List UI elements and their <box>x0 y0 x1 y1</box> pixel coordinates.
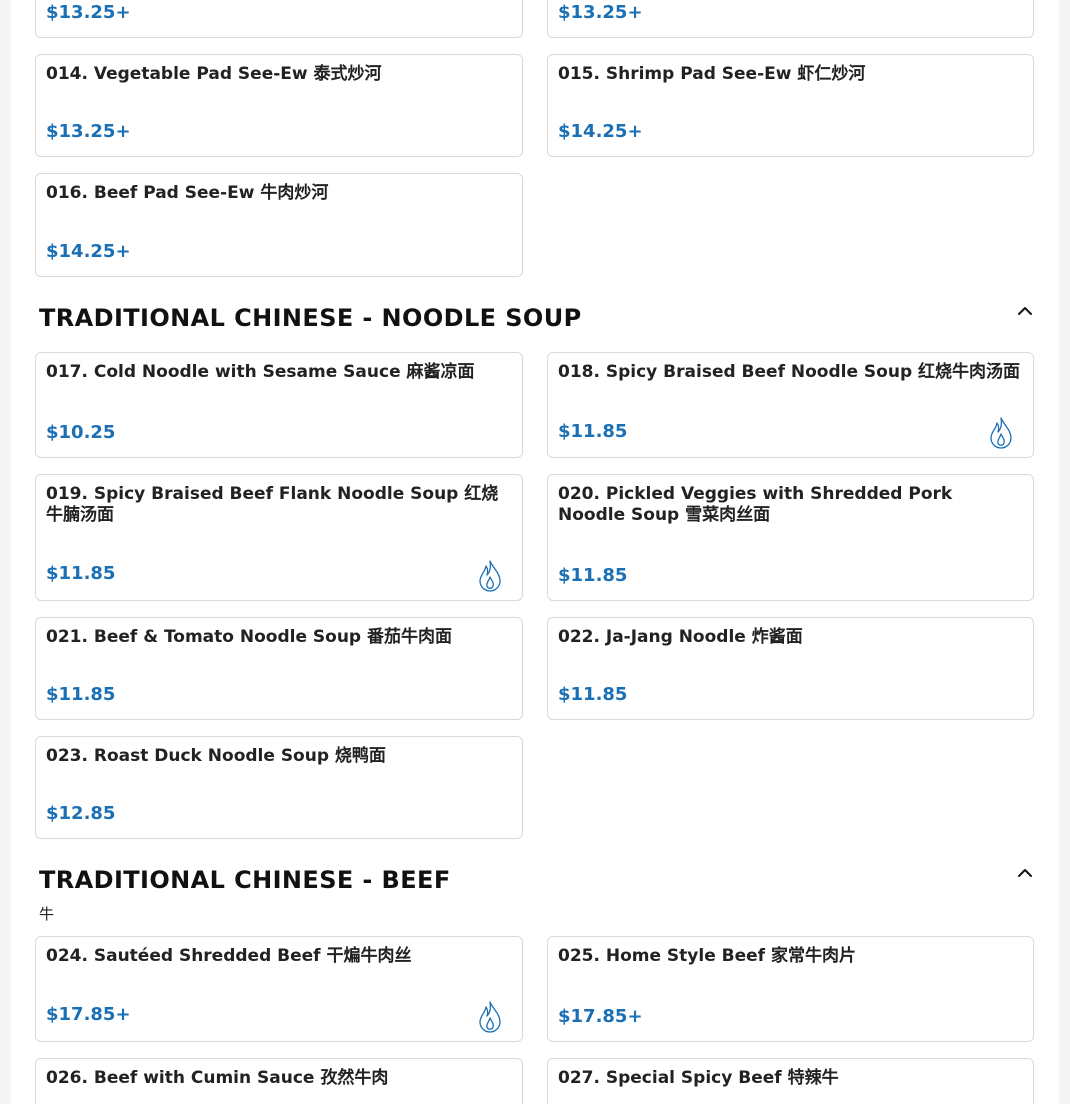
section-title: TRADITIONAL CHINESE - NOODLE SOUP <box>39 304 582 332</box>
menu-page: $13.25+ $13.25+ 014. Vegetable Pad See-E… <box>11 0 1059 1104</box>
chevron-up-icon[interactable] <box>1015 863 1035 883</box>
spicy-flame-icon <box>479 560 501 592</box>
section-title: TRADITIONAL CHINESE - BEEF <box>39 866 451 894</box>
menu-item-card[interactable]: 021. Beef & Tomato Noodle Soup 番茄牛肉面 $11… <box>35 617 523 720</box>
item-name: 027. Special Spicy Beef 特辣牛 <box>558 1068 839 1088</box>
item-name: 019. Spicy Braised Beef Flank Noodle Sou… <box>46 484 499 525</box>
item-price: $13.25+ <box>46 121 131 142</box>
item-price: $11.85 <box>46 684 116 705</box>
spicy-flame-icon <box>990 417 1012 449</box>
section-description: 牛 <box>39 905 55 923</box>
item-price: $10.25 <box>46 422 116 443</box>
item-name: 018. Spicy Braised Beef Noodle Soup 红烧牛肉… <box>558 362 1021 382</box>
item-name: 016. Beef Pad See-Ew 牛肉炒河 <box>46 183 329 203</box>
item-price: $14.25+ <box>558 121 643 142</box>
item-price: $11.85 <box>558 684 628 705</box>
item-price: $13.25+ <box>46 2 131 23</box>
menu-item-card[interactable]: 014. Vegetable Pad See-Ew 泰式炒河 $13.25+ <box>35 54 523 157</box>
item-name: 015. Shrimp Pad See-Ew 虾仁炒河 <box>558 64 866 84</box>
menu-item-card[interactable]: $13.25+ <box>547 0 1034 38</box>
item-name: 020. Pickled Veggies with Shredded Pork … <box>558 484 953 525</box>
menu-item-card[interactable]: 016. Beef Pad See-Ew 牛肉炒河 $14.25+ <box>35 173 523 277</box>
item-price: $17.85+ <box>46 1004 131 1025</box>
item-name: 023. Roast Duck Noodle Soup 烧鸭面 <box>46 746 386 766</box>
item-price: $11.85 <box>558 565 628 586</box>
item-price: $17.85+ <box>558 1006 643 1027</box>
item-name: 014. Vegetable Pad See-Ew 泰式炒河 <box>46 64 382 84</box>
item-price: $11.85 <box>558 421 628 442</box>
menu-item-card[interactable]: 019. Spicy Braised Beef Flank Noodle Sou… <box>35 474 523 601</box>
menu-item-card[interactable]: 024. Sautéed Shredded Beef 干煸牛肉丝 $17.85+ <box>35 936 523 1042</box>
item-price: $13.25+ <box>558 2 643 23</box>
spicy-flame-icon <box>479 1001 501 1033</box>
menu-item-card[interactable]: 023. Roast Duck Noodle Soup 烧鸭面 $12.85 <box>35 736 523 839</box>
menu-item-card[interactable]: $13.25+ <box>35 0 523 38</box>
menu-item-card[interactable]: 027. Special Spicy Beef 特辣牛 <box>547 1058 1034 1104</box>
item-name: 026. Beef with Cumin Sauce 孜然牛肉 <box>46 1068 389 1088</box>
item-name: 017. Cold Noodle with Sesame Sauce 麻酱凉面 <box>46 362 475 382</box>
chevron-up-icon[interactable] <box>1015 301 1035 321</box>
menu-item-card[interactable]: 025. Home Style Beef 家常牛肉片 $17.85+ <box>547 936 1034 1042</box>
menu-item-card[interactable]: 017. Cold Noodle with Sesame Sauce 麻酱凉面 … <box>35 352 523 458</box>
menu-item-card[interactable]: 018. Spicy Braised Beef Noodle Soup 红烧牛肉… <box>547 352 1034 458</box>
item-name: 021. Beef & Tomato Noodle Soup 番茄牛肉面 <box>46 627 453 647</box>
item-name: 025. Home Style Beef 家常牛肉片 <box>558 946 856 966</box>
item-price: $14.25+ <box>46 241 131 262</box>
item-name: 022. Ja-Jang Noodle 炸酱面 <box>558 627 803 647</box>
menu-item-card[interactable]: 020. Pickled Veggies with Shredded Pork … <box>547 474 1034 601</box>
menu-item-card[interactable]: 015. Shrimp Pad See-Ew 虾仁炒河 $14.25+ <box>547 54 1034 157</box>
menu-item-card[interactable]: 026. Beef with Cumin Sauce 孜然牛肉 <box>35 1058 523 1104</box>
item-name: 024. Sautéed Shredded Beef 干煸牛肉丝 <box>46 946 412 966</box>
menu-item-card[interactable]: 022. Ja-Jang Noodle 炸酱面 $11.85 <box>547 617 1034 720</box>
item-price: $12.85 <box>46 803 116 824</box>
item-price: $11.85 <box>46 563 116 584</box>
